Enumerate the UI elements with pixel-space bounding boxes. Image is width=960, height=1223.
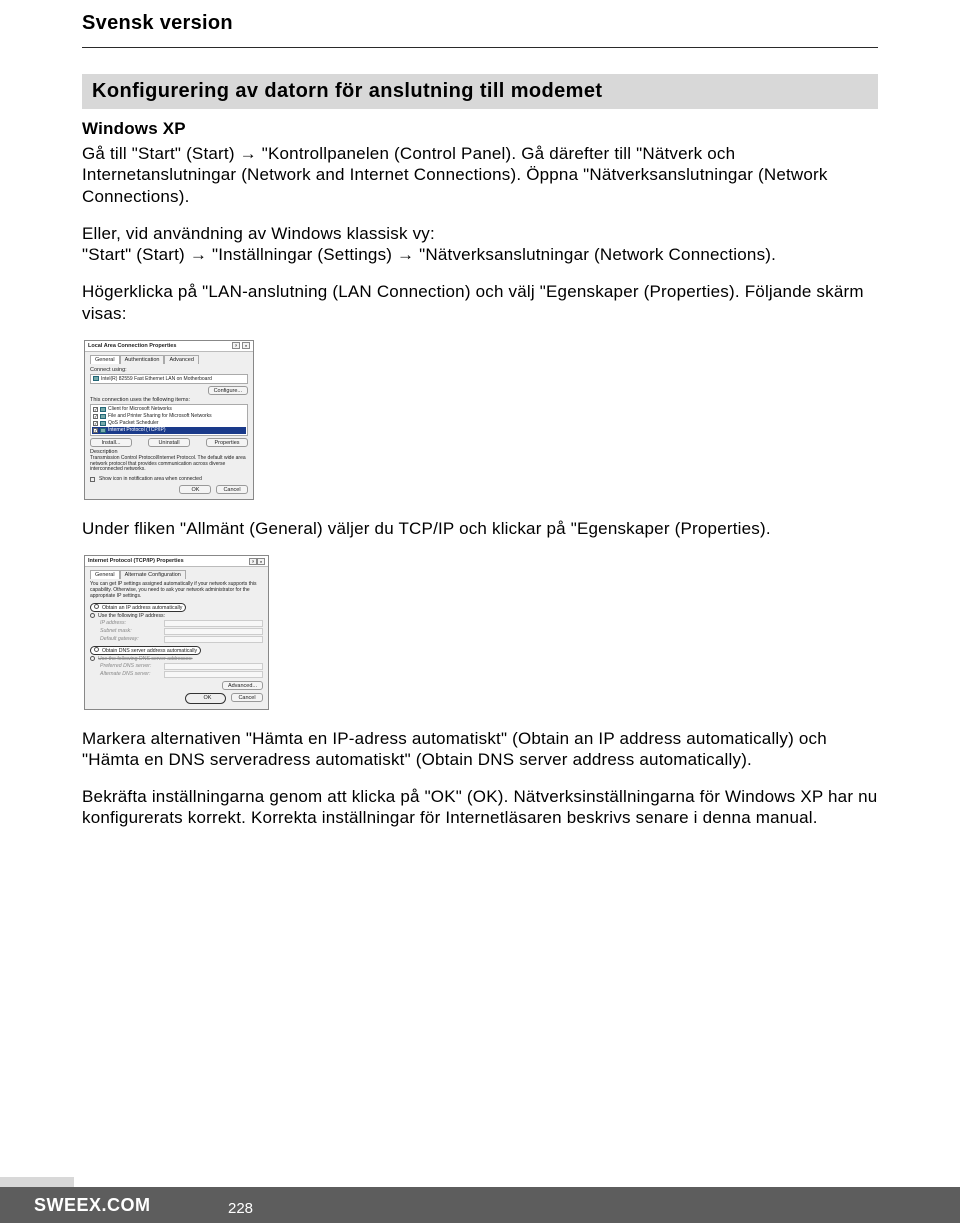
field-pref-dns: Preferred DNS server:: [100, 663, 263, 670]
cancel-button[interactable]: Cancel: [231, 693, 263, 702]
field-alt-dns: Alternate DNS server:: [100, 671, 263, 678]
dialog-tcpip-properties: Internet Protocol (TCP/IP) Properties ? …: [84, 555, 269, 709]
list-item-selected[interactable]: Internet Protocol (TCP/IP): [92, 427, 246, 434]
checkbox-icon[interactable]: [90, 477, 95, 482]
components-list: Client for Microsoft Networks File and P…: [90, 404, 248, 436]
paragraph: Gå till "Start" (Start) → "Kontrollpanel…: [82, 143, 878, 207]
ip-input[interactable]: [164, 620, 263, 627]
ok-button[interactable]: OK: [179, 485, 211, 494]
adapter-field: Intel(R) 82559 Fast Ethernet LAN on Moth…: [90, 374, 248, 384]
adapter-name: Intel(R) 82559 Fast Ethernet LAN on Moth…: [101, 376, 212, 382]
field-ip-address: IP address:: [100, 620, 263, 627]
show-icon-option[interactable]: Show icon in notification area when conn…: [90, 476, 248, 482]
checkbox-icon[interactable]: [93, 414, 98, 419]
help-button[interactable]: ?: [249, 558, 257, 565]
item-label: Internet Protocol (TCP/IP): [108, 427, 166, 433]
list-item[interactable]: QoS Packet Scheduler: [92, 420, 246, 427]
field-label: Subnet mask:: [100, 628, 160, 634]
dialog-titlebar: Local Area Connection Properties ? ×: [85, 341, 253, 352]
page-header: Svensk version: [82, 12, 878, 35]
option-use-dns[interactable]: Use the following DNS server addresses:: [90, 656, 263, 662]
ip-input[interactable]: [164, 636, 263, 643]
option-label: Use the following DNS server addresses:: [98, 656, 193, 662]
field-label: Preferred DNS server:: [100, 663, 160, 669]
ip-input[interactable]: [164, 671, 263, 678]
footer-brand: SWEEX.COM: [34, 1195, 151, 1216]
option-auto-dns[interactable]: Obtain DNS server address automatically: [90, 646, 263, 655]
cancel-button[interactable]: Cancel: [216, 485, 248, 494]
field-subnet: Subnet mask:: [100, 628, 263, 635]
blurb-text: You can get IP settings assigned automat…: [90, 582, 263, 599]
radio-icon: [90, 656, 95, 661]
option-label: Obtain DNS server address automatically: [102, 648, 197, 654]
tab-general[interactable]: General: [90, 355, 120, 364]
radio-icon: [94, 604, 99, 609]
radio-icon: [94, 647, 99, 652]
advanced-button[interactable]: Advanced...: [222, 681, 263, 690]
ip-input[interactable]: [164, 663, 263, 670]
option-auto-ip[interactable]: Obtain an IP address automatically: [90, 603, 263, 612]
install-button[interactable]: Install...: [90, 438, 132, 447]
dialog-lan-properties: Local Area Connection Properties ? × Gen…: [84, 340, 254, 500]
field-label: Alternate DNS server:: [100, 671, 160, 677]
dialog-titlebar: Internet Protocol (TCP/IP) Properties ? …: [85, 556, 268, 567]
paragraph: Bekräfta inställningarna genom att klick…: [82, 786, 878, 829]
page-number: 228: [228, 1200, 253, 1217]
tabs: General Authentication Advanced: [90, 355, 248, 364]
configure-button[interactable]: Configure...: [208, 386, 248, 395]
net-icon: [100, 407, 106, 412]
option-use-ip[interactable]: Use the following IP address:: [90, 613, 263, 619]
help-button[interactable]: ?: [232, 342, 240, 349]
uninstall-button[interactable]: Uninstall: [148, 438, 190, 447]
item-label: QoS Packet Scheduler: [108, 420, 159, 426]
divider: [82, 47, 878, 48]
field-label: IP address:: [100, 620, 160, 626]
close-button[interactable]: ×: [257, 558, 265, 565]
list-item[interactable]: File and Printer Sharing for Microsoft N…: [92, 413, 246, 420]
tab-general[interactable]: General: [90, 570, 120, 579]
list-item[interactable]: Client for Microsoft Networks: [92, 406, 246, 413]
radio-icon: [90, 613, 95, 618]
ip-input[interactable]: [164, 628, 263, 635]
label-description: Description: [90, 449, 248, 455]
item-label: File and Printer Sharing for Microsoft N…: [108, 413, 212, 419]
net-icon: [100, 428, 106, 433]
footer-tab-decoration: [0, 1177, 74, 1187]
label-uses-items: This connection uses the following items…: [90, 397, 248, 403]
subsection-windows-xp: Windows XP: [82, 119, 878, 139]
checkbox-icon[interactable]: [93, 407, 98, 412]
tab-alternate[interactable]: Alternate Configuration: [120, 570, 186, 579]
paragraph: Markera alternativen "Hämta en IP-adress…: [82, 728, 878, 771]
close-button[interactable]: ×: [242, 342, 250, 349]
adapter-icon: [93, 376, 99, 381]
item-label: Client for Microsoft Networks: [108, 406, 172, 412]
option-label: Obtain an IP address automatically: [102, 605, 182, 611]
net-icon: [100, 414, 106, 419]
net-icon: [100, 421, 106, 426]
paragraph: Högerklicka på "LAN-anslutning (LAN Conn…: [82, 281, 878, 324]
section-title: Konfigurering av datorn för anslutning t…: [82, 74, 878, 109]
show-icon-label: Show icon in notification area when conn…: [99, 476, 202, 482]
dialog-title: Internet Protocol (TCP/IP) Properties: [88, 558, 184, 564]
page-footer: SWEEX.COM 228: [0, 1187, 960, 1223]
description-text: Transmission Control Protocol/Internet P…: [90, 456, 248, 473]
paragraph: Eller, vid användning av Windows klassis…: [82, 223, 878, 244]
field-label: Default gateway:: [100, 636, 160, 642]
tab-authentication[interactable]: Authentication: [120, 355, 165, 364]
paragraph: "Start" (Start) → "Inställningar (Settin…: [82, 244, 878, 265]
paragraph: Under fliken "Allmänt (General) väljer d…: [82, 518, 878, 539]
ok-button[interactable]: OK: [191, 694, 223, 703]
dialog-title: Local Area Connection Properties: [88, 343, 176, 349]
properties-button[interactable]: Properties: [206, 438, 248, 447]
option-label: Use the following IP address:: [98, 613, 165, 619]
field-gateway: Default gateway:: [100, 636, 263, 643]
tab-advanced[interactable]: Advanced: [164, 355, 198, 364]
checkbox-icon[interactable]: [93, 421, 98, 426]
tabs: General Alternate Configuration: [90, 570, 263, 579]
checkbox-icon[interactable]: [93, 428, 98, 433]
label-connect-using: Connect using:: [90, 367, 248, 373]
